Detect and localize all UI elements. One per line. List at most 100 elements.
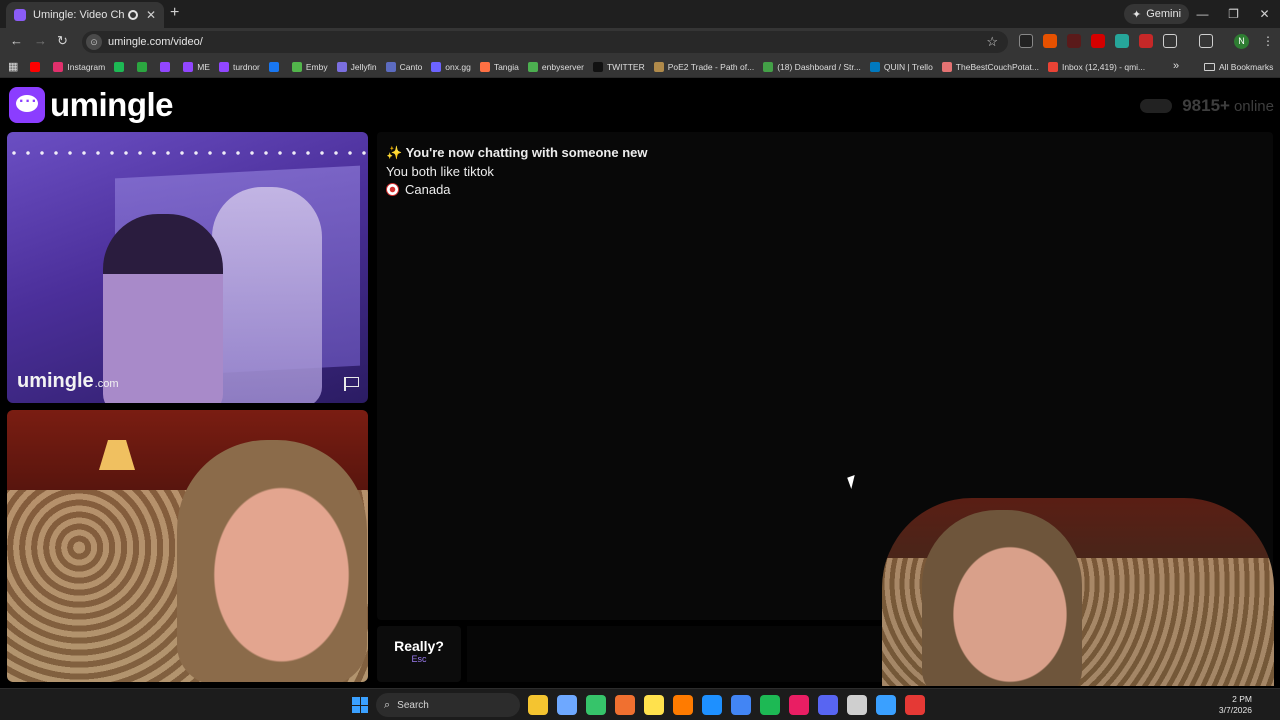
taskbar-search[interactable]: ⌕ Search — [376, 693, 520, 717]
taskbar-app-icon[interactable] — [702, 695, 722, 715]
window-close-icon[interactable]: ✕ — [1249, 0, 1280, 28]
logo-text: umingle — [50, 86, 174, 123]
taskbar-app-icon[interactable] — [760, 695, 780, 715]
bookmark-favicon-icon — [218, 61, 229, 72]
bookmark-item[interactable]: TWITTER — [592, 61, 645, 72]
taskbar-app-icon[interactable] — [586, 695, 606, 715]
back-arrow-icon[interactable]: ← — [10, 33, 23, 48]
bookmark-label: PoE2 Trade - Path of... — [667, 61, 755, 72]
browser-menu-icon[interactable]: ⋮ — [1262, 34, 1274, 48]
address-bar[interactable]: ⊙ umingle.com/video/ ☆ — [82, 31, 1008, 53]
extension-record-icon[interactable] — [1067, 34, 1081, 48]
skip-button-label: Really? — [394, 638, 444, 654]
skip-shortcut-hint: Esc — [411, 654, 427, 664]
taskbar-app-icon[interactable] — [557, 695, 577, 715]
bookmark-favicon-icon — [183, 61, 194, 72]
bookmark-item[interactable]: turdnor — [218, 61, 260, 72]
taskbar-app-icon[interactable] — [673, 695, 693, 715]
taskbar-search-label: Search — [397, 699, 429, 711]
overlay-person — [922, 510, 1082, 686]
bookmark-favicon-icon — [30, 61, 41, 72]
clock-time: 2 PM — [1232, 694, 1252, 704]
gemini-button[interactable]: ✦ Gemini — [1124, 4, 1190, 24]
extension-fox-icon[interactable] — [1043, 34, 1057, 48]
theme-toggle[interactable] — [1140, 99, 1173, 113]
bookmark-label: Canto — [399, 61, 423, 72]
bookmark-item[interactable] — [137, 61, 151, 72]
taskbar-app-icon[interactable] — [847, 695, 867, 715]
taskbar-app-icon[interactable] — [528, 695, 548, 715]
bookmark-label: (18) Dashboard / Str... — [777, 61, 861, 72]
taskbar-app-icon[interactable] — [818, 695, 838, 715]
bookmark-item[interactable]: Inbox (12,419) - qmi... — [1047, 61, 1146, 72]
extension-k-icon[interactable] — [1019, 34, 1033, 48]
bookmark-favicon-icon — [53, 61, 64, 72]
report-flag-icon[interactable] — [344, 377, 359, 391]
bookmark-item[interactable]: TheBestCouchPotat... — [941, 61, 1039, 72]
bookmark-label: turdnor — [232, 61, 260, 72]
reload-icon[interactable]: ↻ — [57, 33, 68, 49]
taskbar-app-icon[interactable] — [905, 695, 925, 715]
system-message-new-chat: ✨ You're now chatting with someone new — [386, 145, 648, 160]
forward-arrow-icon[interactable]: → — [34, 33, 47, 48]
bookmark-item[interactable]: QUIN | Trello — [869, 61, 933, 72]
taskbar-app-icon[interactable] — [615, 695, 635, 715]
bookmark-favicon-icon — [431, 61, 442, 72]
extensions-puzzle-icon[interactable] — [1163, 34, 1177, 48]
bookmark-item[interactable] — [114, 61, 128, 72]
online-label: online — [1233, 98, 1274, 115]
bookmark-item[interactable] — [160, 61, 174, 72]
tab-close-icon[interactable]: ✕ — [146, 8, 156, 22]
self-person — [177, 440, 367, 682]
bookmark-item[interactable]: (18) Dashboard / Str... — [763, 61, 861, 72]
all-bookmarks-button[interactable]: All Bookmarks — [1204, 62, 1273, 72]
umingle-logo[interactable]: umingle — [9, 86, 174, 124]
bookmark-item[interactable]: Canto — [385, 61, 423, 72]
watermark-name: umingle — [17, 370, 94, 392]
skip-button[interactable]: Really? Esc — [377, 626, 461, 682]
screen-share-overlay — [882, 498, 1274, 686]
all-bookmarks-label: All Bookmarks — [1219, 62, 1274, 72]
extension-translate-icon[interactable] — [1115, 34, 1129, 48]
umingle-page: umingle 9815+ online umingle .com ✨ You'… — [0, 78, 1280, 688]
system-clock[interactable]: 2 PM 3/7/2026 — [1219, 694, 1252, 716]
stranger-person-left — [103, 214, 223, 403]
bookmark-item[interactable]: Emby — [291, 61, 328, 72]
bookmark-item[interactable]: ME — [183, 61, 210, 72]
profile-avatar[interactable]: N — [1234, 34, 1249, 49]
extension-youtube-icon[interactable] — [1091, 34, 1105, 48]
minimize-icon[interactable]: — — [1187, 0, 1218, 28]
bookmark-item[interactable]: onx.gg — [431, 61, 471, 72]
windows-start-icon[interactable] — [352, 697, 368, 713]
bookmark-item[interactable]: enbyserver — [527, 61, 584, 72]
bookmark-item[interactable] — [268, 61, 283, 72]
site-info-icon[interactable]: ⊙ — [86, 34, 102, 50]
bookmark-item[interactable]: Jellyfin — [336, 61, 377, 72]
bookmark-label: Emby — [305, 61, 328, 72]
restore-icon[interactable]: ❐ — [1218, 0, 1249, 28]
extension-shield-icon[interactable] — [1139, 34, 1153, 48]
new-tab-button[interactable]: + — [170, 4, 179, 22]
browser-toolbar: ← → ↻ ⊙ umingle.com/video/ ☆ N ⋮ — [0, 28, 1280, 56]
bookmarks-overflow-icon[interactable]: » — [1173, 60, 1179, 72]
bookmark-star-icon[interactable]: ☆ — [986, 34, 998, 50]
taskbar-app-icon[interactable] — [731, 695, 751, 715]
bookmark-item[interactable]: Instagram — [53, 61, 105, 72]
bookmark-favicon-icon — [527, 61, 538, 72]
bookmark-label: Inbox (12,419) - qmi... — [1061, 61, 1146, 72]
bookmark-item[interactable]: PoE2 Trade - Path of... — [653, 61, 755, 72]
taskbar-app-icon[interactable] — [876, 695, 896, 715]
chat-bubble-logo-icon — [9, 87, 45, 123]
side-panel-icon[interactable] — [1199, 34, 1213, 48]
bookmark-item[interactable] — [30, 61, 44, 72]
lamp-shade — [99, 440, 135, 470]
apps-grid-icon[interactable]: ▦ — [8, 60, 18, 73]
bookmark-label: TheBestCouchPotat... — [955, 61, 1039, 72]
bookmark-label: Jellyfin — [350, 61, 377, 72]
recording-indicator-icon — [127, 10, 138, 20]
clock-date: 3/7/2026 — [1218, 705, 1252, 715]
taskbar-app-icon[interactable] — [644, 695, 664, 715]
bookmark-item[interactable]: Tangia — [479, 61, 519, 72]
browser-tab-umingle[interactable]: Umingle: Video Chat with S ✕ — [6, 2, 164, 28]
taskbar-app-icon[interactable] — [789, 695, 809, 715]
